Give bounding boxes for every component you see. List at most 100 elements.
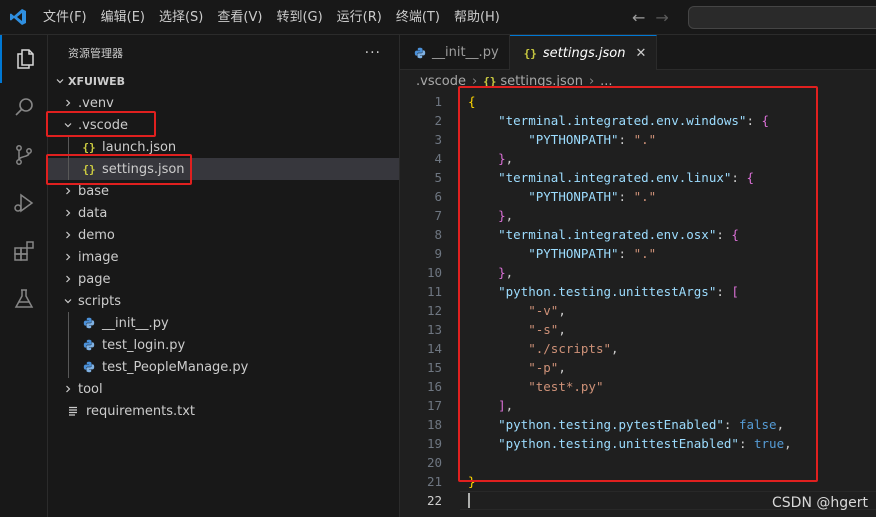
tree-item-label: page [78,271,111,287]
code-token: : [618,246,634,261]
chevron-right-icon: › [588,73,595,89]
tree-item-requirements-txt[interactable]: requirements.txt [48,400,399,422]
code-line: 12 "-v", [400,301,876,320]
json-file-icon: {} [82,140,96,154]
menu-item[interactable]: 选择(S) [152,0,210,35]
line-content: "python.testing.pytestEnabled": false, [468,415,784,434]
search-icon[interactable] [0,83,48,131]
tree-item-venv[interactable]: .venv [48,92,399,114]
arrow-right-icon[interactable]: → [655,8,668,27]
tree-item-vscode[interactable]: .vscode [48,114,399,136]
chevron-right-icon: › [471,73,478,89]
menu-item[interactable]: 文件(F) [36,0,94,35]
tree-item-base[interactable]: base [48,180,399,202]
tree-item-image[interactable]: image [48,246,399,268]
tab-settings-json[interactable]: {} settings.json ✕ [509,35,658,70]
code-token: , [558,303,566,318]
line-content: { [468,92,476,111]
menu-item[interactable]: 运行(R) [330,0,389,35]
tree-item-label: scripts [78,293,121,309]
code-line: 16 "test*.py" [400,377,876,396]
tree-item-tool[interactable]: tool [48,378,399,400]
breadcrumb-item[interactable]: settings.json [500,74,583,89]
breadcrumb-item[interactable]: .vscode [416,74,466,89]
chevron-down-icon [60,120,76,130]
code-token: "-s" [528,322,559,337]
code-token: } [498,208,506,223]
line-number: 9 [434,246,442,261]
code-line: 2 "terminal.integrated.env.windows": { [400,111,876,130]
files-icon[interactable] [0,35,48,83]
tree-item-data[interactable]: data [48,202,399,224]
tab-init-py[interactable]: __init__.py [400,35,510,70]
code-line: 5 "terminal.integrated.env.linux": { [400,168,876,187]
tree-item-label: .vscode [78,117,128,133]
line-content: "PYTHONPATH": "." [468,130,656,149]
code-token: } [498,265,506,280]
code-token: } [468,474,476,489]
indent-guide [68,136,69,180]
menu-item[interactable]: 终端(T) [389,0,447,35]
tree-item-init-py[interactable]: __init__.py [48,312,399,334]
line-number: 16 [426,379,442,394]
line-content: "python.testing.unittestArgs": [ [468,282,739,301]
source-control-icon[interactable] [0,131,48,179]
project-section-header[interactable]: XFUIWEB [48,70,399,92]
line-number: 14 [426,341,442,356]
extensions-icon[interactable] [0,227,48,275]
tree-item-label: test_login.py [102,337,186,353]
code-token: "python.testing.pytestEnabled" [498,417,724,432]
line-content: "test*.py" [468,377,603,396]
chevron-right-icon [60,252,76,262]
code-line: 18 "python.testing.pytestEnabled": false… [400,415,876,434]
tree-item-demo[interactable]: demo [48,224,399,246]
run-debug-icon[interactable] [0,179,48,227]
code-token: , [505,208,514,223]
tree-item-settings-json[interactable]: {} settings.json [48,158,399,180]
line-number: 13 [426,322,442,337]
code-token: , [776,417,785,432]
breadcrumb-item[interactable]: ... [600,74,612,89]
chevron-right-icon [60,230,76,240]
tree-item-label: base [78,183,109,199]
activity-bar [0,35,48,517]
code-token: { [761,113,770,128]
code-token: "terminal.integrated.env.windows" [498,113,747,128]
menu-item[interactable]: 帮助(H) [447,0,507,35]
code-token: : [746,113,762,128]
code-editor[interactable]: 1{2 "terminal.integrated.env.windows": {… [400,92,876,510]
code-line: 7 }, [400,206,876,225]
code-token: [ [731,284,739,299]
tree-item-test-peoplemanage-py[interactable]: test_PeopleManage.py [48,356,399,378]
code-token: : [716,284,732,299]
line-content: "PYTHONPATH": "." [468,244,656,263]
menu-item[interactable]: 查看(V) [210,0,269,35]
more-actions-icon[interactable]: ··· [365,45,381,61]
code-token: "python.testing.unittestArgs" [498,284,717,299]
editor-tabs: __init__.py {} settings.json ✕ [400,35,876,70]
beaker-icon[interactable] [0,275,48,323]
menu-item[interactable]: 编辑(E) [94,0,152,35]
code-line: 14 "./scripts", [400,339,876,358]
tree-item-scripts[interactable]: scripts [48,290,399,312]
line-number: 11 [426,284,442,299]
line-content: "-s", [468,320,566,339]
navigation-controls: ← → [632,0,669,35]
line-number: 12 [426,303,442,318]
watermark: CSDN @hgert [772,495,868,511]
tree-item-page[interactable]: page [48,268,399,290]
code-line: 9 "PYTHONPATH": "." [400,244,876,263]
command-center-search[interactable] [688,6,876,29]
code-line: 1{ [400,92,876,111]
close-icon[interactable]: ✕ [635,46,646,61]
arrow-left-icon[interactable]: ← [632,8,645,27]
tree-item-launch-json[interactable]: {} launch.json [48,136,399,158]
menu-item[interactable]: 转到(G) [269,0,329,35]
tree-item-test-login-py[interactable]: test_login.py [48,334,399,356]
